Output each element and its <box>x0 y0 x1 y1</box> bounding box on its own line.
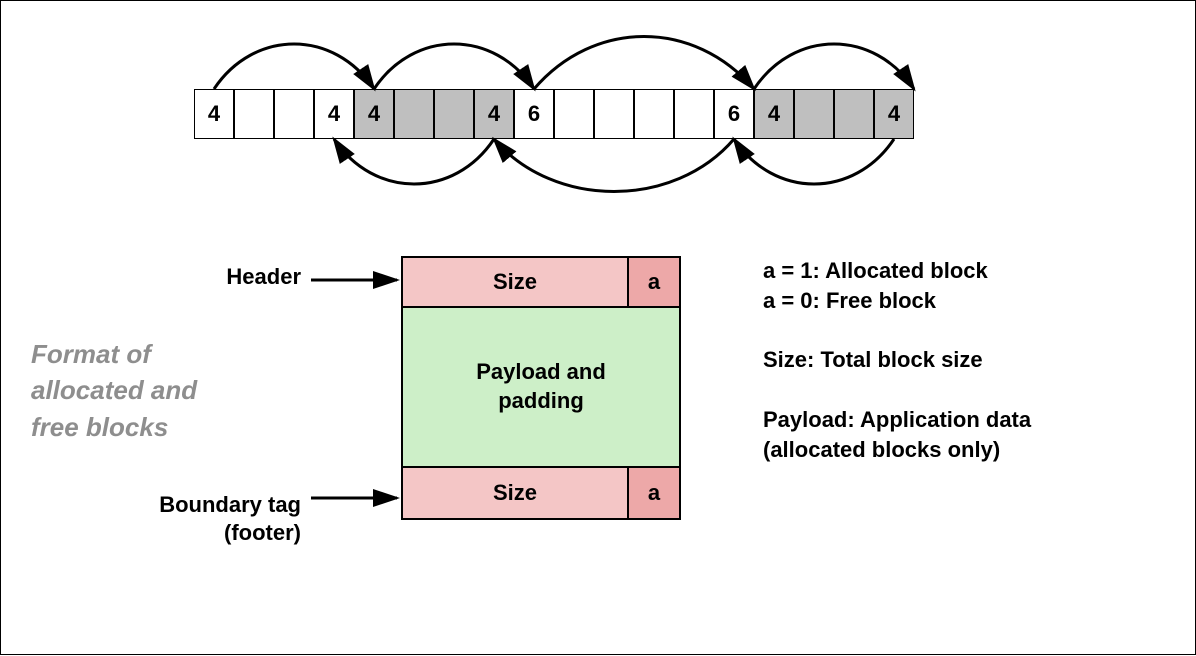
legend-size: Size: Total block size <box>763 345 1031 375</box>
heap-cell: 4 <box>474 89 514 139</box>
figure-caption: Format of allocated and free blocks <box>31 336 251 445</box>
footer-size-cell: Size <box>403 468 629 518</box>
heap-cell <box>274 89 314 139</box>
heap-cell: 4 <box>874 89 914 139</box>
header-a-cell: a <box>629 258 679 306</box>
block-footer-row: Size a <box>401 468 681 520</box>
heap-cell: 6 <box>714 89 754 139</box>
heap-cell: 4 <box>754 89 794 139</box>
block-format-figure: Size a Payload and padding Size a <box>401 256 681 520</box>
heap-cell <box>834 89 874 139</box>
heap-cell: 4 <box>354 89 394 139</box>
heap-cell <box>634 89 674 139</box>
heap-cell <box>234 89 274 139</box>
footer-a-cell: a <box>629 468 679 518</box>
heap-cell <box>394 89 434 139</box>
block-payload-row: Payload and padding <box>401 308 681 468</box>
payload-label: Payload and padding <box>403 308 679 466</box>
heap-cell <box>794 89 834 139</box>
heap-cell <box>434 89 474 139</box>
heap-cell: 4 <box>314 89 354 139</box>
legend-a1: a = 1: Allocated block <box>763 256 1031 286</box>
heap-strip: 44446644 <box>194 89 914 139</box>
legend: a = 1: Allocated block a = 0: Free block… <box>763 256 1031 464</box>
heap-cell <box>554 89 594 139</box>
header-label: Header <box>196 264 301 290</box>
header-size-cell: Size <box>403 258 629 306</box>
heap-cell <box>674 89 714 139</box>
footer-label: Boundary tag (footer) <box>131 491 301 546</box>
legend-payload: Payload: Application data (allocated blo… <box>763 405 1031 464</box>
heap-cell: 6 <box>514 89 554 139</box>
heap-cell <box>594 89 634 139</box>
block-header-row: Size a <box>401 256 681 308</box>
heap-cell: 4 <box>194 89 234 139</box>
legend-a0: a = 0: Free block <box>763 286 1031 316</box>
